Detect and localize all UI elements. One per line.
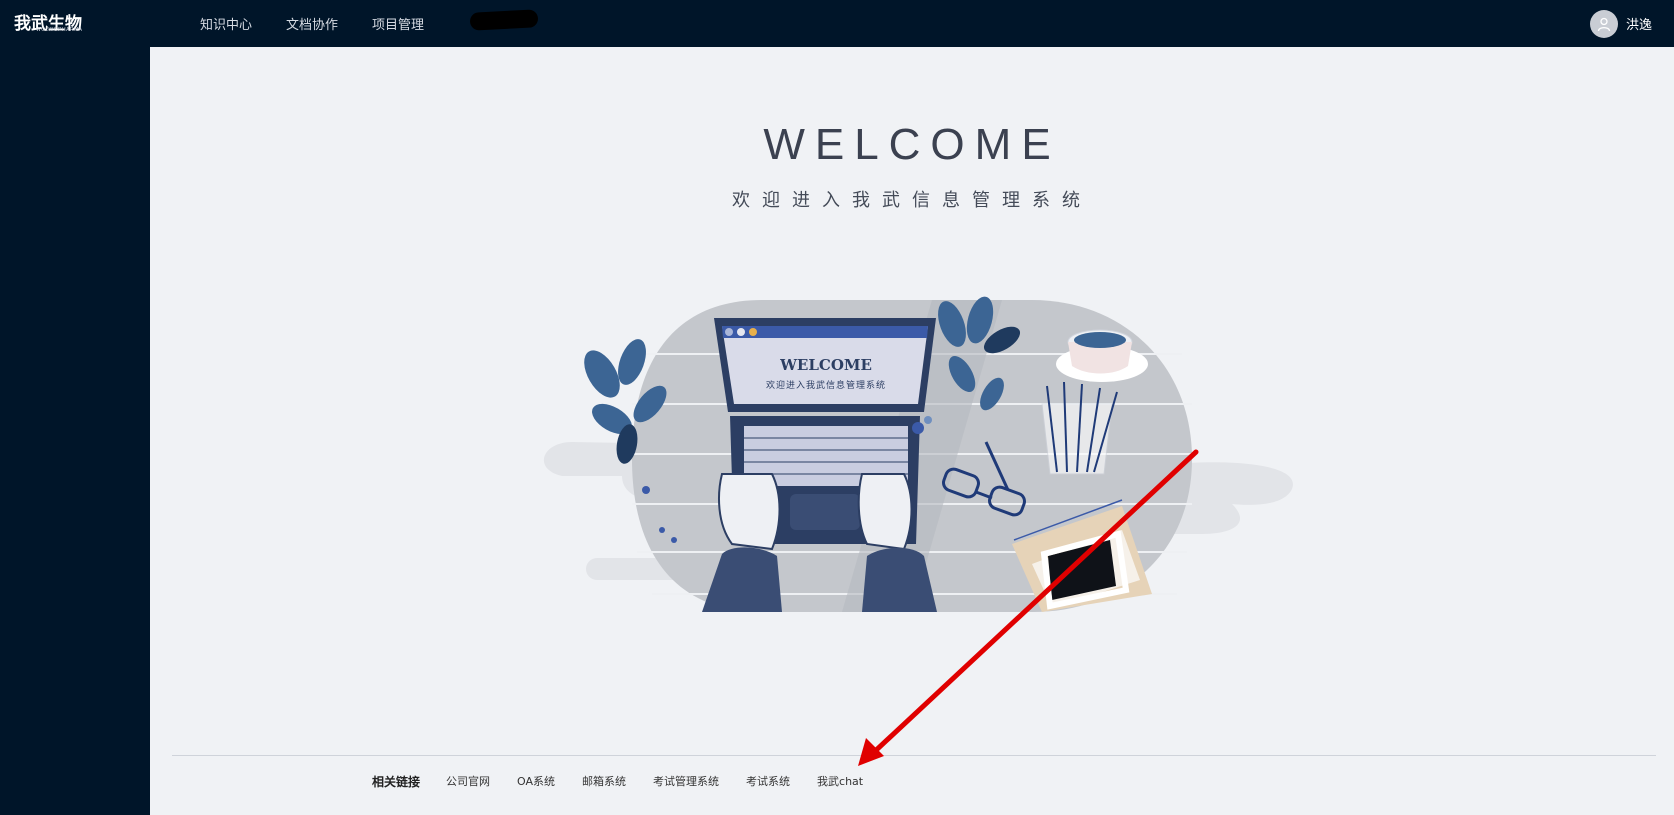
user-menu[interactable]: 洪逸 <box>1589 0 1652 47</box>
footer-divider <box>172 755 1656 756</box>
link-oa-system[interactable]: OA系统 <box>517 773 555 789</box>
nav-item-knowledge-center[interactable]: 知识中心 <box>200 14 252 33</box>
link-company-website[interactable]: 公司官网 <box>446 773 490 789</box>
link-mail-system[interactable]: 邮箱系统 <box>582 773 626 789</box>
welcome-title: WELCOME <box>763 120 1061 169</box>
sidebar <box>0 47 150 815</box>
logo-subtext: WOLWOPHARMA <box>36 27 83 33</box>
related-links-label: 相关链接 <box>372 774 421 789</box>
laptop-screen-subtitle: 欢迎进入我武信息管理系统 <box>766 379 886 391</box>
related-links-footer: 相关链接 公司官网 OA系统 邮箱系统 考试管理系统 考试系统 我武chat <box>372 772 890 790</box>
redacted-nav-item <box>469 9 539 31</box>
nav-item-project-management[interactable]: 项目管理 <box>372 14 424 33</box>
welcome-illustration: WELCOME 欢迎进入我武信息管理系统 <box>543 296 1293 612</box>
welcome-subtitle: 欢迎进入我武信息管理系统 <box>732 190 1092 211</box>
link-exam-system[interactable]: 考试系统 <box>746 773 790 789</box>
user-icon[interactable] <box>1589 9 1618 38</box>
link-exam-management-system[interactable]: 考试管理系统 <box>653 773 719 789</box>
top-navigation-bar: 我武生物 WOLWOPHARMA 知识中心 文档协作 项目管理 洪逸 <box>0 0 1674 47</box>
laptop-screen-title: WELCOME <box>779 356 872 374</box>
main-nav: 知识中心 文档协作 项目管理 <box>200 0 458 47</box>
link-wowu-chat[interactable]: 我武chat <box>817 773 863 789</box>
nav-item-document-collaboration[interactable]: 文档协作 <box>286 14 338 33</box>
user-name[interactable]: 洪逸 <box>1626 14 1652 33</box>
